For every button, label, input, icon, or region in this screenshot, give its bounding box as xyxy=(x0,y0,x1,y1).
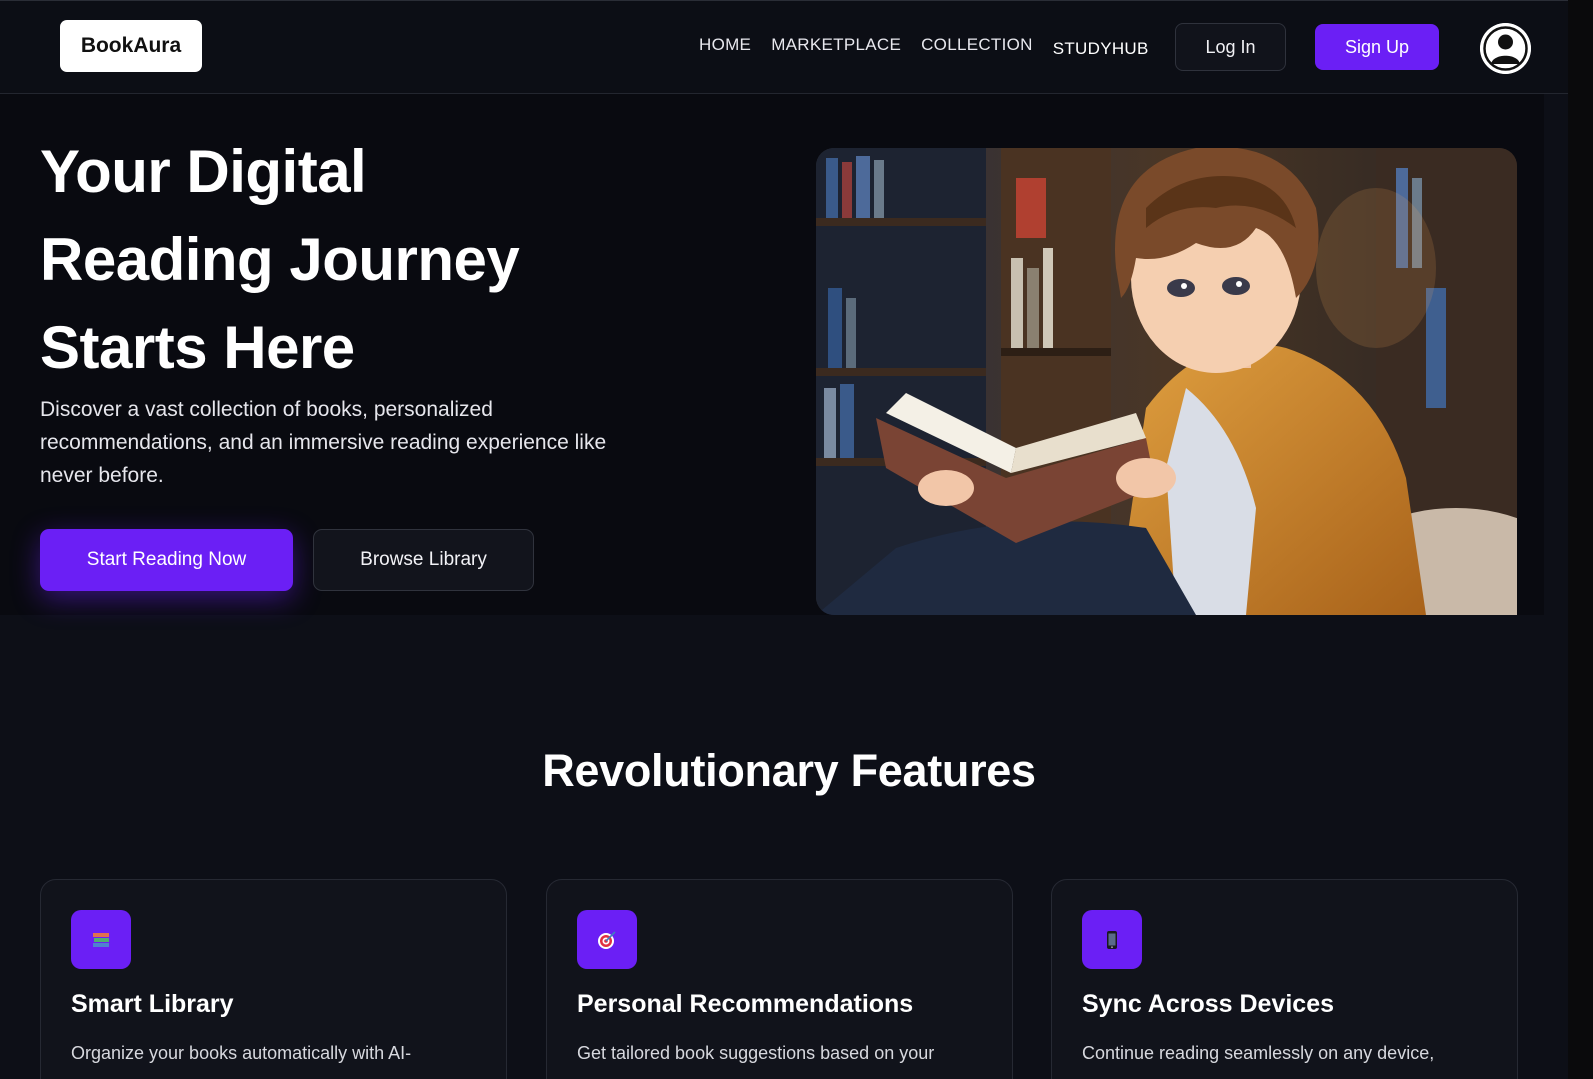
start-reading-button[interactable]: Start Reading Now xyxy=(40,529,293,591)
right-edge-strip xyxy=(1568,0,1593,1079)
user-avatar[interactable] xyxy=(1480,23,1531,74)
feature-card-description: Get tailored book suggestions based on y… xyxy=(577,1043,935,1063)
feature-card-recommendations[interactable]: Personal Recommendations Get tailored bo… xyxy=(546,879,1013,1079)
brand-logo[interactable]: BookAura xyxy=(60,20,202,72)
features-title: Revolutionary Features xyxy=(542,745,1036,796)
target-icon xyxy=(577,910,637,969)
hero-title-line: Reading Journey xyxy=(40,226,520,293)
hero-title: Your Digital Reading Journey Starts Here xyxy=(40,128,660,392)
feature-card-title: Smart Library xyxy=(71,990,234,1018)
signup-button[interactable]: Sign Up xyxy=(1315,24,1439,70)
books-icon xyxy=(71,910,131,969)
feature-card-smart-library[interactable]: Smart Library Organize your books automa… xyxy=(40,879,507,1079)
feature-card-title: Personal Recommendations xyxy=(577,990,914,1018)
hero-illustration xyxy=(816,148,1517,615)
login-button[interactable]: Log In xyxy=(1175,23,1286,71)
nav-link-studyhub[interactable]: STUDYHUB xyxy=(1053,39,1149,59)
hero-title-line: Your Digital xyxy=(40,138,367,205)
hero-title-line: Starts Here xyxy=(40,314,355,381)
feature-card-description: Continue reading seamlessly on any devic… xyxy=(1082,1043,1435,1063)
nav-links: HOME MARKETPLACE COLLECTION STUDYHUB xyxy=(699,35,1149,58)
feature-card-description: Organize your books automatically with A… xyxy=(71,1043,412,1063)
browse-library-button[interactable]: Browse Library xyxy=(313,529,534,591)
page: BookAura HOME MARKETPLACE COLLECTION STU… xyxy=(0,0,1593,1079)
feature-card-sync[interactable]: Sync Across Devices Continue reading sea… xyxy=(1051,879,1518,1079)
user-icon xyxy=(1480,23,1531,74)
nav-link-home[interactable]: HOME xyxy=(699,35,751,55)
feature-card-title: Sync Across Devices xyxy=(1082,990,1335,1018)
nav-link-collection[interactable]: COLLECTION xyxy=(921,35,1033,55)
nav-link-marketplace[interactable]: MARKETPLACE xyxy=(771,35,901,55)
navbar: BookAura HOME MARKETPLACE COLLECTION STU… xyxy=(0,0,1568,94)
hero-description: Discover a vast collection of books, per… xyxy=(40,398,607,487)
phone-icon xyxy=(1082,910,1142,969)
